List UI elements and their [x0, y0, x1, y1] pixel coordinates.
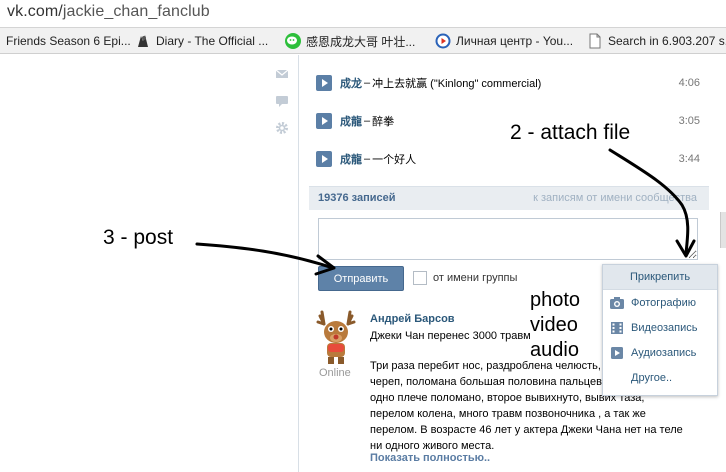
- play-icon[interactable]: [316, 75, 332, 91]
- track-duration: 4:06: [678, 77, 700, 89]
- attach-item-label: Другое..: [631, 371, 673, 384]
- annotation-post: 3 - post: [103, 226, 174, 249]
- bookmark-youtube[interactable]: Личная центр - You...: [435, 28, 574, 53]
- track-separator: –: [364, 153, 371, 165]
- track-duration: 3:44: [678, 153, 700, 165]
- post-body-line: перелом. В возрасте 46 лет у актера Джек…: [370, 424, 683, 436]
- attach-button[interactable]: Прикрепить: [603, 265, 717, 290]
- bookmark-label: Личная центр - You...: [456, 34, 574, 48]
- bookmark-label: 感恩成龙大哥 叶壮...: [306, 34, 416, 49]
- settings-icon[interactable]: [275, 120, 289, 134]
- group-checkbox-label[interactable]: от имени группы: [433, 272, 517, 284]
- avatar[interactable]: [312, 310, 360, 366]
- track-artist[interactable]: 成龍: [340, 113, 362, 129]
- audio-play-icon: [610, 346, 624, 359]
- annotation-photo: photo: [530, 289, 581, 311]
- track-title[interactable]: 一个好人: [372, 151, 416, 167]
- annotation-attach: 2 - attach file: [510, 121, 631, 144]
- track-separator: –: [364, 115, 371, 127]
- url-host: vk.com/: [7, 3, 63, 20]
- bookmark-label: Friends Season 6 Epi...: [6, 34, 131, 48]
- arrow-to-send: [195, 242, 335, 270]
- track-separator: –: [364, 77, 371, 89]
- post-author[interactable]: Андрей Барсов: [370, 313, 455, 325]
- scrollbar[interactable]: [720, 212, 726, 248]
- play-circle-icon: [435, 33, 451, 49]
- send-button[interactable]: Отправить: [318, 266, 404, 291]
- wechat-icon: [285, 33, 301, 49]
- attach-menu: Прикрепить Фотографию Видеозапись Аудиоз…: [602, 264, 718, 396]
- attach-photo-item[interactable]: Фотографию: [603, 290, 717, 315]
- bookmark-label: Search in 6.903.207 s...: [608, 34, 726, 48]
- attach-audio-item[interactable]: Аудиозапись: [603, 340, 717, 365]
- bookmarks-bar: Friends Season 6 Epi... Diary - The Offi…: [0, 28, 726, 54]
- group-checkbox[interactable]: [413, 271, 427, 285]
- track-duration: 3:05: [678, 115, 700, 127]
- mail-icon[interactable]: [275, 66, 289, 80]
- audio-track[interactable]: 成龙 – 冲上去就赢 ("Kinlong" commercial) 4:06: [310, 64, 710, 102]
- url-path: jackie_chan_fanclub: [62, 3, 210, 20]
- play-icon[interactable]: [316, 113, 332, 129]
- track-title[interactable]: 醉拳: [372, 113, 394, 129]
- community-posts-link[interactable]: к записям от имени сообщества: [533, 192, 697, 204]
- bookmark-friends[interactable]: Friends Season 6 Epi...: [6, 28, 131, 53]
- film-icon: [610, 321, 624, 334]
- document-icon: [587, 33, 603, 49]
- post-body-line: перелом колена, много травм позвоночника…: [370, 408, 646, 420]
- track-title[interactable]: 冲上去就赢 ("Kinlong" commercial): [372, 75, 541, 91]
- wall-header: 19376 записей к записям от имени сообщес…: [309, 186, 709, 210]
- track-artist[interactable]: 成龙: [340, 75, 362, 91]
- chat-icon[interactable]: [275, 93, 289, 107]
- show-more-link[interactable]: Показать полностью..: [370, 452, 490, 464]
- side-actions: [275, 66, 291, 147]
- online-status: Online: [319, 367, 351, 379]
- address-url[interactable]: vk.com/jackie_chan_fanclub: [7, 3, 210, 21]
- annotation-video: video: [530, 314, 578, 336]
- bookmark-wechat[interactable]: 感恩成龙大哥 叶壮...: [285, 28, 416, 53]
- play-icon[interactable]: [316, 151, 332, 167]
- bookmark-label: Diary - The Official ...: [156, 34, 269, 48]
- camera-icon: [610, 296, 624, 309]
- content-divider: [298, 55, 299, 472]
- post-composer[interactable]: [318, 218, 698, 260]
- moose-avatar-icon: [316, 310, 356, 364]
- attach-item-label: Аудиозапись: [631, 346, 697, 359]
- bookmark-search[interactable]: Search in 6.903.207 s...: [587, 28, 726, 53]
- attach-other-item[interactable]: Другое..: [603, 365, 717, 390]
- address-bar[interactable]: vk.com/jackie_chan_fanclub: [0, 0, 726, 28]
- audio-track[interactable]: 成龍 – 一个好人 3:44: [310, 140, 710, 178]
- annotation-audio: audio: [530, 339, 579, 361]
- attach-item-label: Видеозапись: [631, 321, 698, 334]
- annotation-media: photo video audio: [530, 288, 580, 363]
- attach-item-label: Фотографию: [631, 296, 696, 309]
- wall-post-count[interactable]: 19376 записей: [318, 192, 396, 204]
- attach-video-item[interactable]: Видеозапись: [603, 315, 717, 340]
- bookmark-diary[interactable]: Diary - The Official ...: [135, 28, 269, 53]
- diary-icon: [135, 33, 151, 49]
- track-artist[interactable]: 成龍: [340, 151, 362, 167]
